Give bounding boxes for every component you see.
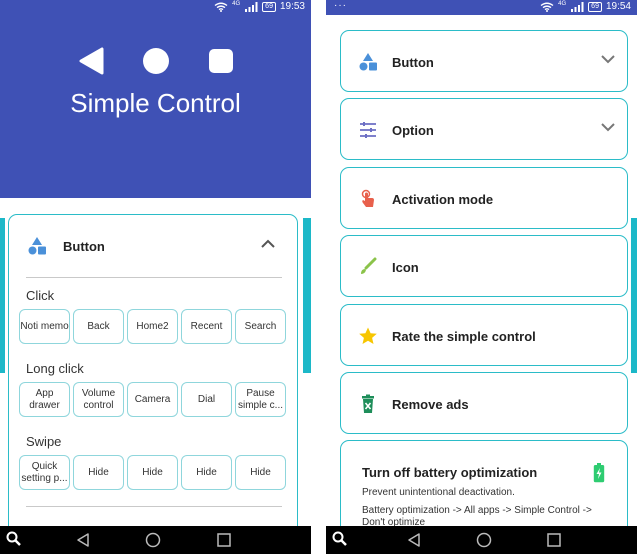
notification-dots: ···: [334, 0, 347, 11]
wifi-icon: [540, 2, 554, 12]
option-button[interactable]: Recent: [181, 309, 232, 344]
right-accent-strip: [631, 218, 637, 373]
shapes-icon: [359, 53, 377, 71]
menu-item-button[interactable]: Button: [340, 30, 628, 92]
screenshot-gap: [311, 0, 326, 554]
menu-item-remove-ads[interactable]: Remove ads: [340, 372, 628, 434]
divider: [26, 277, 282, 278]
click-button-row: Noti memo Back Home2 Recent Search: [19, 309, 286, 344]
app-title: Simple Control: [70, 88, 241, 118]
right-screen: ··· 4G 69 19:54 Button Option Activation…: [326, 0, 637, 554]
clock: 19:54: [605, 1, 631, 12]
battery-charging-icon: [593, 463, 605, 483]
touch-icon: [361, 189, 374, 207]
swipe-button-row: Quick setting p... Hide Hide Hide Hide: [19, 455, 286, 490]
clock: 19:53: [279, 1, 305, 12]
menu-item-label: Activation mode: [392, 192, 494, 207]
option-button[interactable]: Hide: [235, 455, 286, 490]
menu-item-label: Option: [392, 123, 434, 138]
option-button[interactable]: Noti memo: [19, 309, 70, 344]
button-settings-card: Button Click Noti memo Back Home2 Recent…: [8, 214, 298, 544]
option-button[interactable]: Hide: [73, 455, 124, 490]
app-header: Simple Control: [0, 15, 311, 198]
system-nav-bar: [0, 526, 311, 554]
signal-icon: [245, 1, 258, 12]
magnifier-icon[interactable]: [332, 531, 348, 547]
menu-item-label: Remove ads: [392, 397, 469, 412]
network-type: 4G: [232, 0, 241, 7]
option-button[interactable]: Dial: [181, 382, 232, 417]
battery-level: 69: [262, 1, 276, 12]
chevron-up-icon[interactable]: [261, 239, 275, 249]
chevron-down-icon[interactable]: [601, 54, 615, 64]
trash-icon: [362, 394, 374, 413]
left-screen: 4G 69 19:53 Simple Control Button Click …: [0, 0, 311, 554]
card-title: Button: [63, 238, 105, 254]
star-icon: [359, 327, 377, 344]
option-button[interactable]: Camera: [127, 382, 178, 417]
swipe-label: Swipe: [26, 434, 62, 449]
nav-home-icon[interactable]: [476, 532, 492, 548]
menu-item-label: Icon: [392, 260, 419, 275]
option-button[interactable]: Volume control: [73, 382, 124, 417]
left-accent-strip: [0, 218, 5, 373]
divider: [26, 506, 282, 507]
signal-icon: [571, 1, 584, 12]
long-click-label: Long click: [26, 361, 84, 376]
status-bar: 4G 69 19:53: [0, 0, 311, 15]
option-button[interactable]: App drawer: [19, 382, 70, 417]
option-button[interactable]: Home2: [127, 309, 178, 344]
battery-level: 69: [588, 1, 602, 12]
click-label: Click: [26, 288, 55, 303]
nav-back-icon[interactable]: [75, 532, 91, 548]
recent-square-icon: [208, 49, 233, 73]
wifi-icon: [214, 2, 228, 12]
battery-card-title: Turn off battery optimization: [362, 465, 538, 480]
network-type: 4G: [558, 0, 567, 7]
right-accent-strip: [303, 218, 311, 373]
status-bar: ··· 4G 69 19:54: [326, 0, 637, 15]
brush-icon: [361, 257, 377, 274]
menu-item-activation-mode[interactable]: Activation mode: [340, 167, 628, 229]
nav-home-icon[interactable]: [145, 532, 161, 548]
option-button[interactable]: Hide: [127, 455, 178, 490]
sliders-icon: [360, 122, 376, 138]
nav-back-icon[interactable]: [406, 532, 422, 548]
menu-item-label: Rate the simple control: [392, 329, 536, 344]
menu-item-label: Button: [392, 55, 434, 70]
home-circle-icon: [142, 48, 169, 74]
menu-item-rate[interactable]: Rate the simple control: [340, 304, 628, 366]
long-click-button-row: App drawer Volume control Camera Dial Pa…: [19, 382, 286, 417]
magnifier-icon[interactable]: [6, 531, 22, 547]
system-nav-bar: [326, 526, 637, 554]
nav-recent-icon[interactable]: [216, 532, 232, 548]
menu-item-icon[interactable]: Icon: [340, 235, 628, 297]
shapes-icon: [28, 237, 46, 255]
option-button[interactable]: Search: [235, 309, 286, 344]
option-button[interactable]: Hide: [181, 455, 232, 490]
battery-card-subtitle: Prevent unintentional deactivation.: [362, 487, 515, 498]
option-button[interactable]: Back: [73, 309, 124, 344]
option-button[interactable]: Quick setting p...: [19, 455, 70, 490]
chevron-down-icon[interactable]: [601, 122, 615, 132]
nav-recent-icon[interactable]: [546, 532, 562, 548]
menu-item-option[interactable]: Option: [340, 98, 628, 160]
option-button[interactable]: Pause simple c...: [235, 382, 286, 417]
back-triangle-icon: [79, 47, 103, 75]
